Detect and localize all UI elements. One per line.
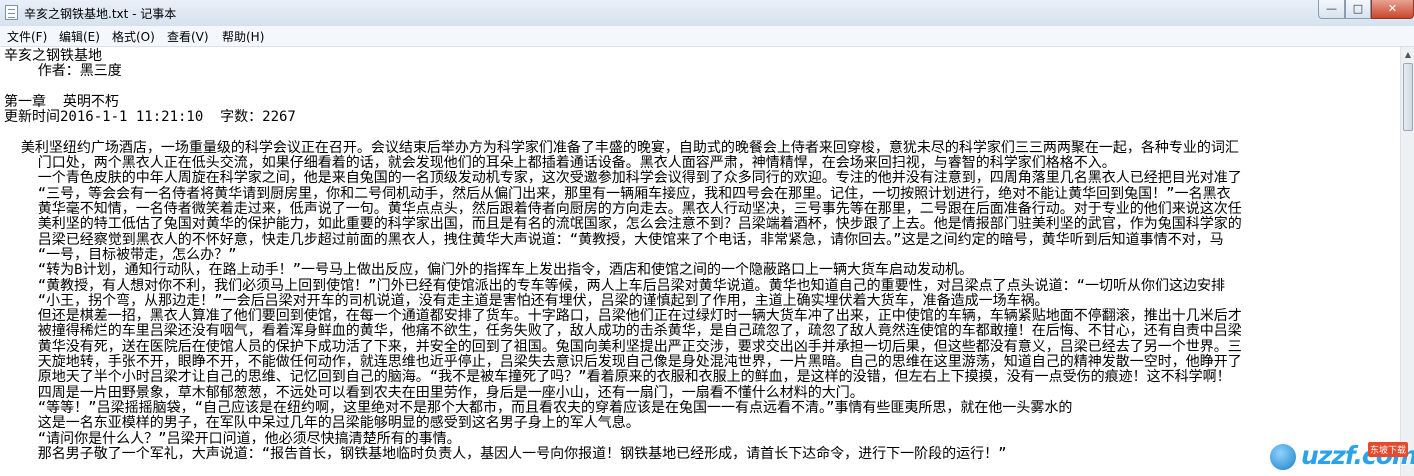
- menu-format[interactable]: 格式(O): [112, 28, 155, 45]
- window-title: 辛亥之钢铁基地.txt - 记事本: [24, 7, 177, 21]
- menu-view[interactable]: 查看(V): [167, 28, 209, 45]
- text-line: “三号，等会会有一名侍者将黄华请到厨房里，你和二号伺机动手，然后从偏门出来，那里…: [4, 185, 1231, 202]
- text-line: 一个青色皮肤的中年人周旋在科学家之间，他是来自兔国的一名顶级发动机专家，这次受邀…: [4, 170, 1242, 187]
- text-line: 吕梁已经察觉到黑衣人的不怀好意，快走几步超过前面的黑衣人，拽住黄华大声说道：“黄…: [4, 231, 1224, 248]
- notepad-icon[interactable]: [5, 5, 18, 20]
- text-line: 辛亥之钢铁基地: [4, 48, 102, 64]
- vertical-scrollbar[interactable]: ▲: [1400, 47, 1414, 476]
- text-line: 那名男子敬了一个军礼，大声说道：“报告首长，钢铁基地临时负责人，基因人一号向你报…: [4, 445, 1007, 462]
- text-line: “等等！”吕梁摇摇脑袋，“自己应该是在纽约啊，这里绝对不是那个大都市，而且看农夫…: [4, 399, 1073, 416]
- text-editor[interactable]: 辛亥之钢铁基地 作者：黑三度 第一章 英明不朽 更新时间2016-1-1 11:21…: [0, 47, 1400, 476]
- text-line: 更新时间2016-1-1 11:21:10 字数：2267: [4, 109, 296, 126]
- text-line: 黄华毫不知情，一名侍者微笑着走过来，低声说了一句。黄华点点头，然后跟着侍者向厨房…: [4, 201, 1242, 217]
- text-line: 被撞得稀烂的车里吕梁还没有咽气，看着浑身鲜血的黄华，他痛不欲生，任务失败了，敌人…: [4, 323, 1242, 340]
- notepad-window: 辛亥之钢铁基地.txt - 记事本 — □ ✕ 文件(F) 编辑(E) 格式(O…: [0, 0, 1414, 476]
- watermark-badge-icon: [1268, 442, 1298, 472]
- text-line: 作者：黑三度: [4, 63, 122, 80]
- text-line: 第一章 英明不朽: [4, 93, 119, 110]
- text-line: “小王，拐个弯，从那边走！”一会后吕梁对开车的司机说道，没有走主道是害怕还有埋伏…: [4, 292, 1049, 309]
- menu-bar: 文件(F) 编辑(E) 格式(O) 查看(V) 帮助(H): [0, 26, 1414, 47]
- scroll-thumb[interactable]: [1403, 63, 1413, 131]
- text-line: “黄教授，有人想对你不利，我们必须马上回到使馆！”门外已经有使馆派出的专车等候，…: [4, 277, 1225, 294]
- text-line: 四周是一片田野景象，草木郁郁葱葱，不远处可以看到农夫在田里劳作，身后是一座小山，…: [4, 384, 864, 401]
- watermark-logo: uzzf.com 东坡下载: [1268, 440, 1414, 476]
- watermark-subtext: 东坡下载: [1368, 442, 1409, 457]
- text-line: 门口处，两个黑衣人正在低头交流，如果仔细看着的话，就会发现他们的耳朵上都插着通话…: [4, 155, 1116, 172]
- text-line: “一号，目标被带走，怎么办？”: [4, 246, 237, 263]
- menu-file[interactable]: 文件(F): [7, 28, 47, 45]
- text-line: “转为B计划，通知行动队，在路上动手！”一号马上做出反应，偏门外的指挥车上发出指…: [4, 262, 973, 279]
- text-line: 天旋地转，手张不开，眼睁不开，不能做任何动作，就连思维也近乎停止，吕梁失去意识后…: [4, 354, 1242, 370]
- scroll-up-icon[interactable]: ▲: [1402, 48, 1414, 61]
- minimize-button[interactable]: —: [1318, 0, 1345, 19]
- text-line: 黄华没有死，送在医院后在使馆人员的保护下成功活了下来，并安全的回到了祖国。兔国向…: [4, 338, 1242, 355]
- text-line: 美利坚纽约广场酒店，一场重量级的科学会议正在召开。会议结束后举办方为科学家们准备…: [4, 139, 1239, 156]
- text-line: “请问你是什么人？”吕梁开口问道，他必须尽快搞清楚所有的事情。: [4, 430, 461, 447]
- menu-help[interactable]: 帮助(H): [222, 28, 264, 45]
- text-line: 但还是棋差一招，黑衣人算准了他们要回到使馆，在每一个通道都安排了货车。十字路口，…: [4, 308, 1242, 325]
- text-line: 原地天了半个小时吕梁才让自己的思维、记忆回到自己的脑海。“我不是被车撞死了吗？”…: [4, 369, 1231, 386]
- text-line: 美利坚的特工低估了兔国对黄华的保护能力，如此重要的科学家出国，而且是有名的流氓国…: [4, 216, 1242, 233]
- maximize-button[interactable]: □: [1345, 0, 1371, 19]
- menu-edit[interactable]: 编辑(E): [59, 28, 100, 45]
- text-line: 这是一名东亚模样的男子，在军队中呆过几年的吕梁能够明显的感受到这名男子身上的军人…: [4, 415, 640, 432]
- title-bar[interactable]: 辛亥之钢铁基地.txt - 记事本 — □ ✕: [0, 0, 1414, 27]
- close-button[interactable]: ✕: [1371, 0, 1414, 19]
